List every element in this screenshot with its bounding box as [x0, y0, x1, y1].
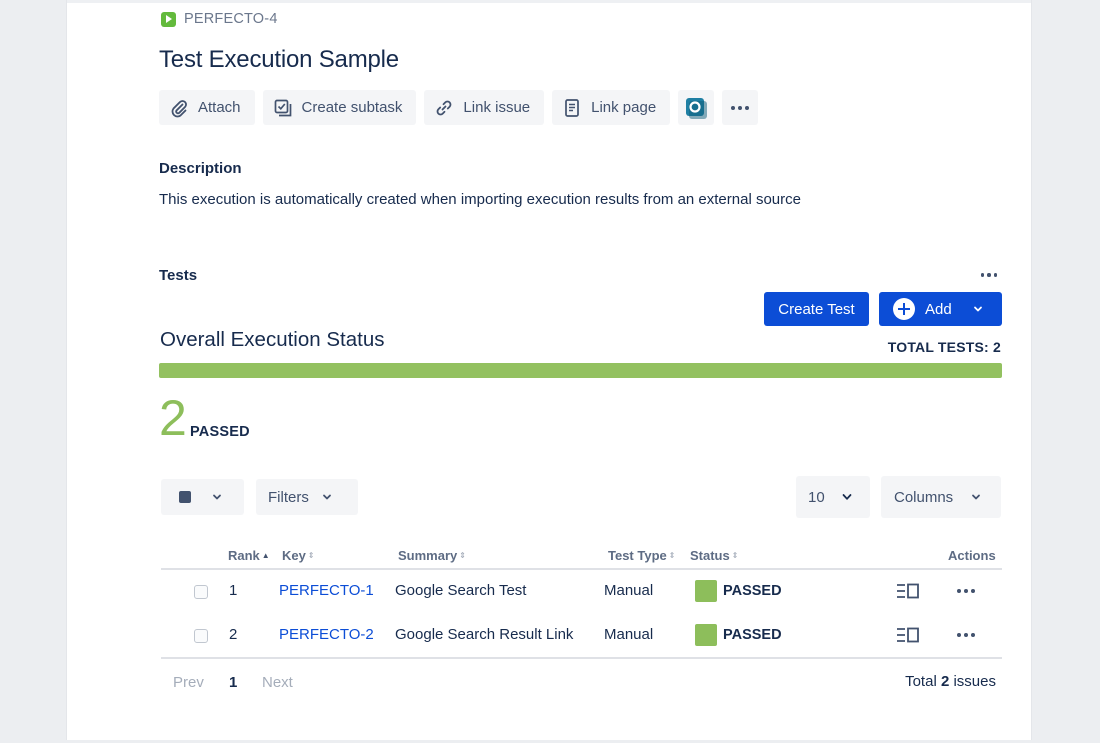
- column-header-rank[interactable]: Rank ▲: [228, 548, 270, 563]
- subtask-icon: [274, 99, 291, 116]
- link-issue-label: Link issue: [463, 99, 531, 116]
- columns-dropdown[interactable]: Columns: [881, 476, 1001, 518]
- status-color-swatch: [695, 624, 717, 646]
- prev-page-button[interactable]: Prev: [173, 674, 204, 691]
- page-title[interactable]: Test Execution Sample: [159, 46, 399, 74]
- next-page-button[interactable]: Next: [262, 674, 293, 691]
- tests-more-icon[interactable]: [980, 273, 997, 277]
- row-summary: Google Search Test: [395, 582, 527, 599]
- chevron-down-icon: [972, 494, 981, 500]
- status-color-swatch: [695, 580, 717, 602]
- columns-label: Columns: [894, 488, 954, 506]
- row-test-type: Manual: [604, 626, 654, 643]
- details-icon[interactable]: [896, 583, 920, 599]
- add-label: Add: [925, 300, 952, 318]
- filters-dropdown[interactable]: Filters: [256, 479, 358, 515]
- column-header-summary[interactable]: Summary ⇕: [398, 548, 466, 563]
- sort-icon: ⇕: [307, 551, 315, 560]
- app-icon: [686, 97, 708, 119]
- breadcrumb[interactable]: PERFECTO-4: [161, 11, 278, 27]
- chevron-down-icon: [322, 494, 331, 500]
- passed-label: PASSED: [190, 424, 250, 440]
- link-issue-button[interactable]: Link issue: [424, 90, 545, 125]
- row-status: PASSED: [695, 580, 782, 602]
- description-heading: Description: [159, 160, 242, 177]
- chevron-down-icon: [842, 494, 852, 500]
- paperclip-icon: [171, 99, 187, 117]
- plus-icon: [893, 298, 915, 320]
- total-tests-label: TOTAL TESTS: 2: [887, 339, 1001, 355]
- issue-type-icon: [161, 11, 176, 27]
- issue-card: PERFECTO-4 Test Execution Sample Attach …: [66, 0, 1032, 740]
- column-header-status[interactable]: Status ⇕: [690, 548, 738, 563]
- row-key-link[interactable]: PERFECTO-2: [279, 626, 374, 643]
- status-label: PASSED: [723, 627, 782, 643]
- table-row: 2 PERFECTO-2 Google Search Result Link M…: [161, 613, 1002, 657]
- total-issues-count: Total 2 issues: [905, 673, 996, 690]
- filters-label: Filters: [268, 488, 309, 506]
- more-icon: [731, 105, 750, 110]
- row-more-icon[interactable]: [957, 589, 975, 593]
- row-test-type: Manual: [604, 582, 654, 599]
- add-button[interactable]: Add: [879, 292, 1002, 326]
- row-checkbox[interactable]: [194, 629, 208, 643]
- progress-passed-fill: [159, 363, 1002, 378]
- link-icon: [437, 100, 452, 115]
- passed-count: 2: [159, 390, 187, 446]
- row-more-icon[interactable]: [957, 633, 975, 637]
- attach-label: Attach: [198, 99, 241, 116]
- checkbox-icon: [179, 491, 191, 503]
- row-key-link[interactable]: PERFECTO-1: [279, 582, 374, 599]
- issue-action-bar: Attach Create subtask Link issue Link pa…: [159, 90, 759, 125]
- page-number-current[interactable]: 1: [229, 674, 237, 691]
- sort-icon: ⇕: [459, 551, 466, 560]
- app-button[interactable]: [678, 90, 715, 125]
- execution-status-heading: Overall Execution Status: [160, 328, 385, 351]
- sort-asc-icon: ▲: [261, 551, 270, 560]
- page-size-value: 10: [808, 488, 825, 506]
- sort-icon: ⇕: [731, 551, 739, 560]
- issue-content: PERFECTO-4 Test Execution Sample Attach …: [159, 0, 1002, 740]
- row-checkbox[interactable]: [194, 585, 208, 599]
- row-summary: Google Search Result Link: [395, 626, 574, 643]
- create-test-button[interactable]: Create Test: [764, 292, 869, 326]
- description-text[interactable]: This execution is automatically created …: [159, 191, 801, 208]
- execution-progress-bar: [159, 363, 1002, 378]
- chevron-down-icon: [973, 306, 982, 312]
- chevron-down-icon: [213, 494, 221, 500]
- table-row: 1 PERFECTO-1 Google Search Test Manual P…: [161, 569, 1002, 613]
- create-subtask-button[interactable]: Create subtask: [262, 90, 417, 125]
- details-icon[interactable]: [896, 627, 920, 643]
- table-footer-divider: [161, 657, 1002, 659]
- tests-heading: Tests: [159, 267, 198, 284]
- column-header-test-type[interactable]: Test Type ⇕: [608, 548, 675, 563]
- row-status: PASSED: [695, 624, 782, 646]
- link-page-button[interactable]: Link page: [552, 90, 671, 125]
- issue-key-link[interactable]: PERFECTO-4: [184, 11, 278, 27]
- page-size-select[interactable]: 10: [796, 476, 870, 518]
- column-header-actions: Actions: [948, 548, 996, 563]
- select-all-dropdown[interactable]: [161, 479, 244, 515]
- row-rank: 1: [229, 582, 238, 599]
- link-page-label: Link page: [591, 99, 657, 116]
- page-icon: [565, 98, 579, 117]
- more-actions-button[interactable]: [722, 90, 759, 125]
- row-rank: 2: [229, 626, 238, 643]
- attach-button[interactable]: Attach: [159, 90, 255, 125]
- sort-icon: ⇕: [668, 551, 676, 560]
- create-subtask-label: Create subtask: [301, 99, 403, 116]
- column-header-key[interactable]: Key ⇕: [282, 548, 315, 563]
- status-label: PASSED: [723, 583, 782, 599]
